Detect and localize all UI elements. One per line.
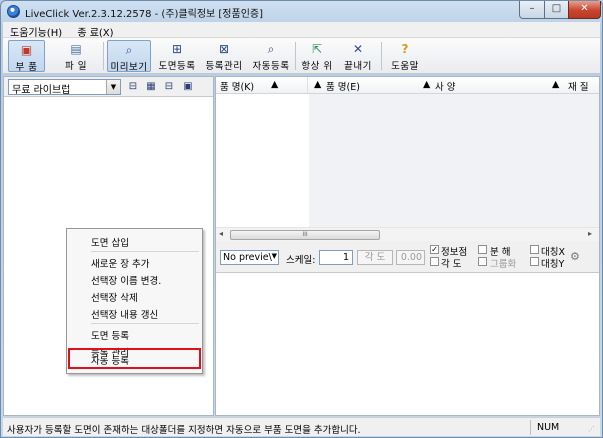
maximize-button[interactable]: □ [544,1,569,19]
toolbar-parts-button[interactable]: ▣ 부 품 [8,40,45,73]
toolbar-file-button[interactable]: ▤ 파 일 [57,40,95,72]
properties-bar: No previe\ ▼ 스케일: 1 각 도 0.00 ✓ 정보점 각 도 분… [216,241,599,273]
horizontal-scrollbar[interactable]: ◂ III ▸ [216,227,599,241]
symmetry-y-label: 대칭Y [541,259,565,270]
angle-button[interactable]: 각 도 [357,250,393,265]
context-menu: 도면 삽입 새로운 장 추가 선택장 이름 변경. 선택장 삭제 선택장 내용 … [66,228,203,374]
page-view-icon[interactable]: ▦ [144,80,158,93]
chevron-down-icon[interactable]: ▼ [106,80,120,94]
column-spec[interactable]: 사 양 [435,79,456,93]
preview-select-value: No previe\ [223,252,272,263]
toolbar-preview-label: 미리보기 [110,62,148,73]
menu-help[interactable]: 도움기능(H) [3,22,67,39]
toolbar-always-on-top-button[interactable]: ⇱ 항상 위 [298,40,336,72]
sort-asc-icon: ▲ [423,79,431,90]
main-window: LiveClick Ver.2.3.12.2578 - (주)클릭정보 [정품인… [0,0,603,438]
window-title: LiveClick Ver.2.3.12.2578 - (주)클릭정보 [정품인… [25,9,264,20]
scale-input[interactable]: 1 [319,250,353,265]
close-button[interactable]: ✕ [568,1,601,19]
scroll-right-icon[interactable]: ▸ [588,229,592,238]
num-lock-indicator: NUM [530,420,582,435]
parts-icon: ▣ [20,43,33,57]
menu-item-insert-drawing[interactable]: 도면 삽입 [91,235,129,249]
page-settings-icon[interactable]: ▣ [181,80,195,93]
group-checkbox[interactable] [478,257,487,266]
toolbar-auto-register-button[interactable]: ⌕ 자동등록 [249,40,293,72]
new-page-icon[interactable]: ⊟ [126,80,140,93]
library-toolbar: 무료 라이브럽 ▼ ⊟ ▦ ⊟ ▣ [4,77,213,97]
drawing-register-icon: ⊞ [171,42,183,56]
library-panel: 무료 라이브럽 ▼ ⊟ ▦ ⊟ ▣ 도면 삽입 새로운 장 추가 선택장 이름 … [3,76,214,416]
menu-item-rename-page[interactable]: 선택장 이름 변경. [91,273,161,287]
sort-asc-icon: ▲ [552,79,560,90]
menu-separator [91,251,199,252]
column-name-english[interactable]: 품 명(E) [326,79,360,93]
sort-asc-icon: ▲ [271,79,279,90]
column-material[interactable]: 재 질 [568,79,589,93]
auto-register-icon: ⌕ [267,42,275,56]
library-select-value: 무료 라이브럽 [12,85,71,96]
library-select[interactable]: 무료 라이브럽 ▼ [8,79,121,96]
toolbar-help-button[interactable]: ? 도움말 [386,40,424,72]
angle-checkbox[interactable] [430,257,439,266]
apply-icon[interactable]: ⚙ [570,250,586,264]
toolbar-preview-button[interactable]: ⌕ 미리보기 [107,40,151,73]
toolbar-drawing-register-button[interactable]: ⊞ 도면등록 [156,40,198,72]
toolbar-help-label: 도움말 [391,61,419,72]
help-icon: ? [401,42,409,56]
menu-item-delete-page[interactable]: 선택장 삭제 [91,290,138,304]
menu-separator [91,323,199,324]
exit-icon: ✕ [352,42,364,56]
group-label: 그룹화 [490,259,517,270]
toolbar-auto-register-label: 자동등록 [252,61,290,72]
status-bar: 사용자가 등록할 도면이 존재하는 대상폴더를 지정하면 자동으로 부품 도면을… [3,417,600,436]
explode-checkbox[interactable] [478,245,487,254]
liveclick-app-icon [7,5,20,18]
preview-select[interactable]: No previe\ ▼ [220,250,279,265]
toolbar-always-on-top-label: 항상 위 [301,61,333,72]
highlight-box [68,348,201,369]
scale-label: 스케일: [286,255,316,266]
menu-item-refresh-page[interactable]: 선택장 내용 갱신 [91,307,158,321]
column-divider [307,77,308,93]
parts-list-panel: 품 명(K) ▲ ▲ 품 명(E) ▲ 사 양 ▲ 재 질 ◂ III ▸ No… [215,76,600,416]
chevron-down-icon[interactable]: ▼ [272,252,277,260]
toolbar-file-label: 파 일 [65,61,87,72]
toolbar-separator [103,42,104,70]
scroll-left-icon[interactable]: ◂ [219,229,223,238]
toolbar-registration-manage-button[interactable]: ⊠ 등록관리 [202,40,246,72]
info-point-checkbox[interactable]: ✓ [430,245,439,254]
file-icon: ▤ [70,42,82,56]
toolbar-separator [295,42,296,70]
toolbar-exit-label: 끝내기 [344,61,372,72]
angle-input[interactable]: 0.00 [396,250,425,265]
title-bar[interactable]: LiveClick Ver.2.3.12.2578 - (주)클릭정보 [정품인… [1,1,602,21]
menu-exit[interactable]: 종 료(X) [70,22,118,39]
magnifier-icon: ⌕ [125,43,133,57]
status-message: 사용자가 등록할 도면이 존재하는 대상폴더를 지정하면 자동으로 부품 도면을… [7,425,361,436]
menu-item-auto-register[interactable]: 자동 등록 [91,353,129,367]
column-name-korean[interactable]: 품 명(K) [220,79,254,93]
symmetry-x-checkbox[interactable] [530,245,539,254]
minimize-button[interactable]: – [519,1,545,19]
menu-item-register-drawing[interactable]: 도면 등록 [91,328,129,342]
angle-checkbox-label: 각 도 [441,259,462,270]
toolbar-drawing-register-label: 도면등록 [158,61,196,72]
toolbar-separator [381,42,382,70]
toolbar: ▣ 부 품 ▤ 파 일 ⌕ 미리보기 ⊞ 도면등록 ⊠ 등록관리 ⌕ 자동등록 … [3,38,600,74]
registration-manage-icon: ⊠ [218,42,230,56]
scrollbar-thumb[interactable]: III [230,230,380,240]
column-header: 품 명(K) ▲ ▲ 품 명(E) ▲ 사 양 ▲ 재 질 [216,77,599,94]
toolbar-registration-manage-label: 등록관리 [205,61,243,72]
always-on-top-icon: ⇱ [311,42,323,56]
toolbar-exit-button[interactable]: ✕ 끝내기 [339,40,377,72]
menu-bar: 도움기능(H) 종 료(X) [3,22,600,39]
menu-item-add-new-page[interactable]: 새로운 장 추가 [91,256,149,270]
symmetry-y-checkbox[interactable] [530,257,539,266]
sort-asc-icon: ▲ [314,79,322,90]
toolbar-parts-label: 부 품 [15,62,38,73]
list-area[interactable] [309,94,599,227]
page-copy-icon[interactable]: ⊟ [162,80,176,93]
resize-grip-icon[interactable]: ⋰ [588,424,598,434]
